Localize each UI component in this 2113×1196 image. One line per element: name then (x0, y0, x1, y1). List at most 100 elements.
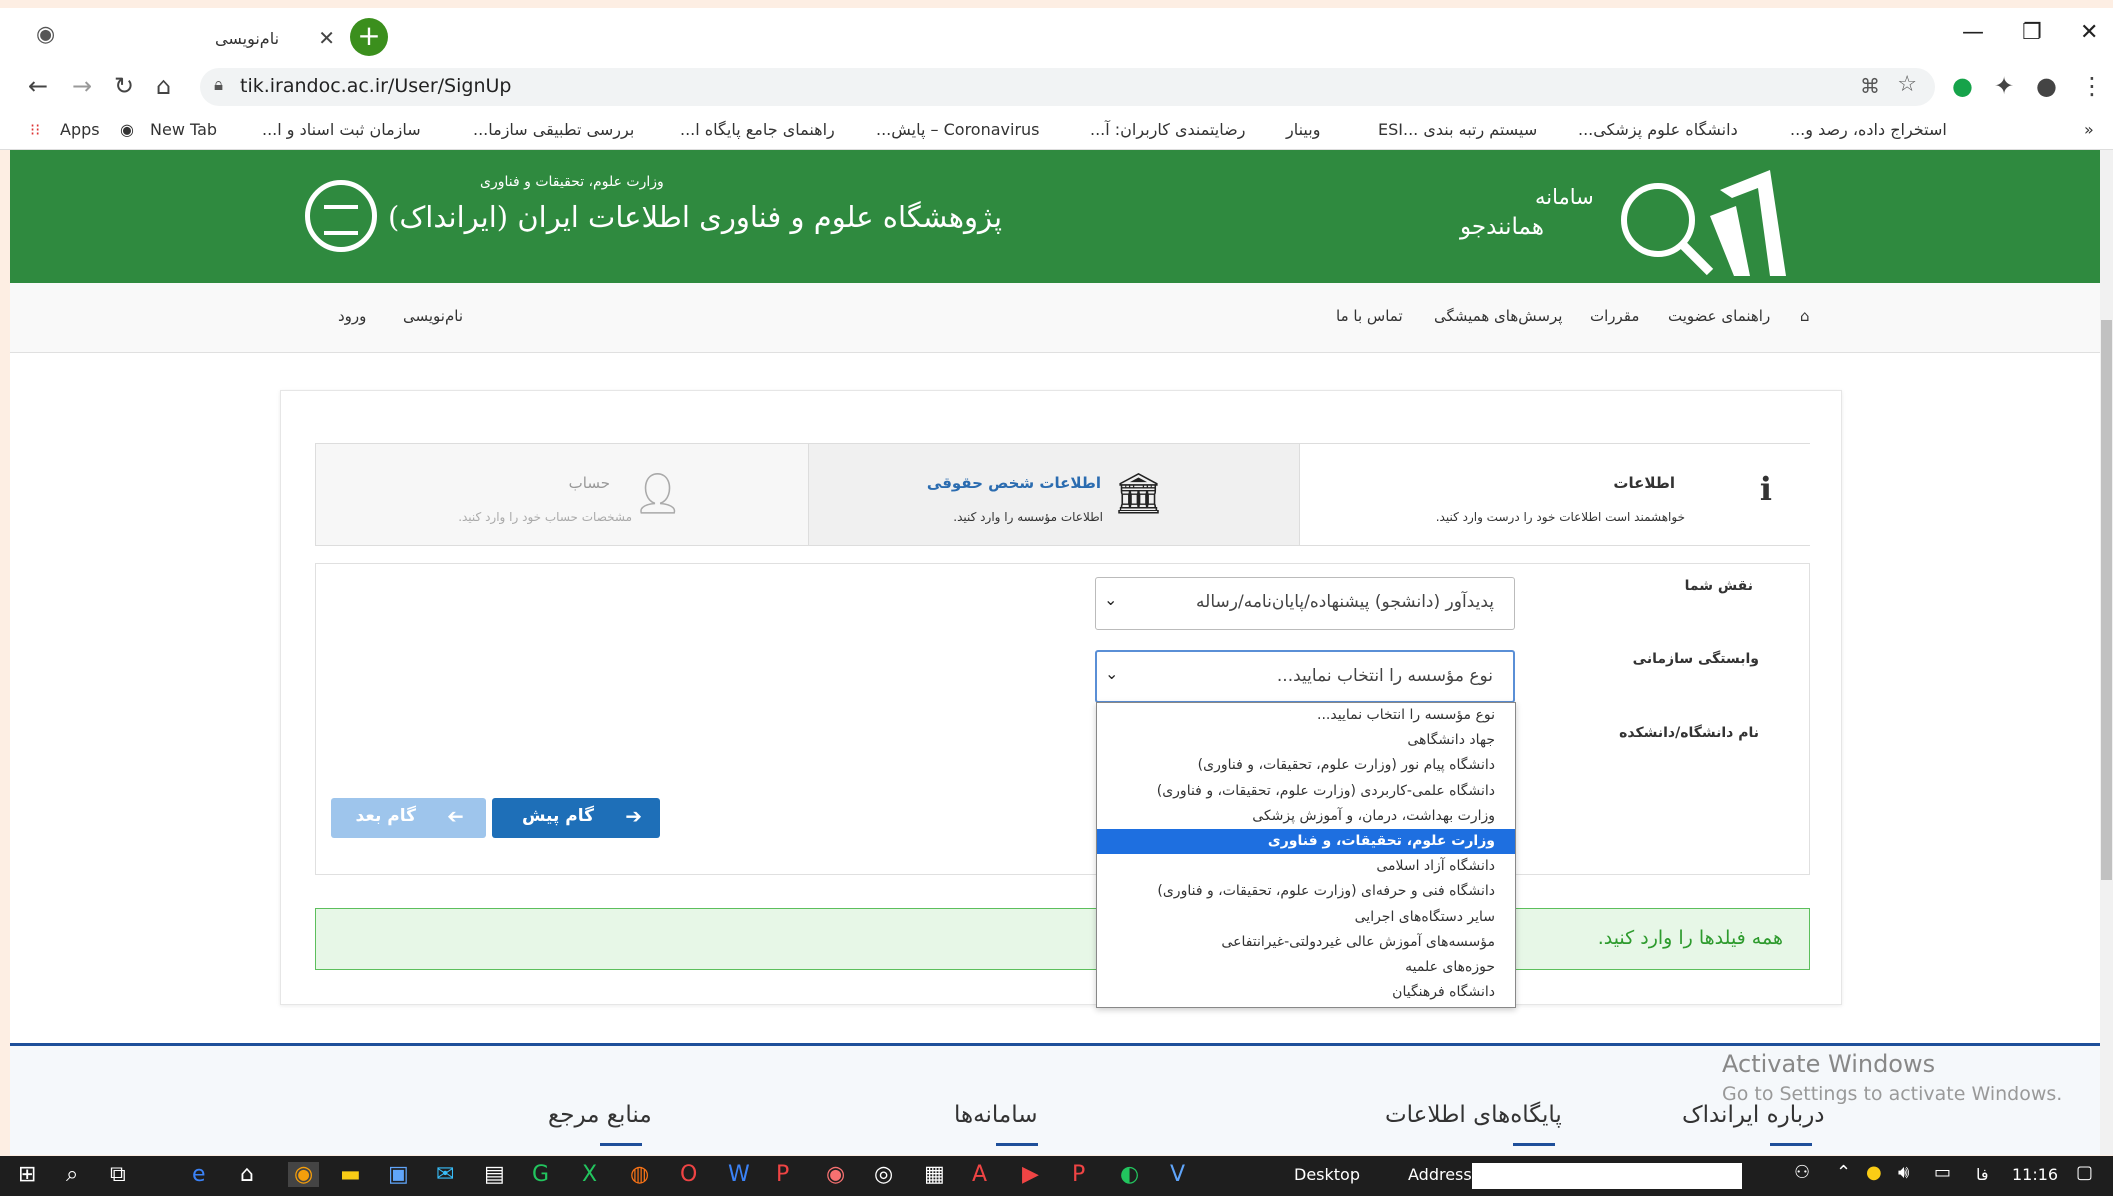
dropdown-option[interactable]: مؤسسه‌های آموزش عالی غیردولتی-غیرانتفاعی (1097, 930, 1515, 955)
bookmark-item[interactable]: رضایتمندی کاربران: آ... (1090, 120, 1245, 139)
minimize-icon[interactable]: — (1962, 20, 1984, 45)
dropdown-option[interactable]: دانشگاه فرهنگیان (1097, 980, 1515, 1005)
step-account[interactable]: 👤︎ حساب مشخصات حساب خود را وارد کنید. (316, 444, 808, 545)
bookmark-item[interactable]: سازمان ثبت اسناد و ا... (262, 120, 421, 139)
network-icon[interactable]: ▭ (1934, 1162, 1951, 1183)
chrome-icon[interactable]: ◉ (288, 1162, 320, 1187)
menu-icon[interactable]: ⋮ (2080, 72, 2104, 100)
menu-item-faq[interactable]: پرسش‌های همیشگی (1434, 307, 1562, 325)
close-window-icon[interactable]: ✕ (2080, 20, 2098, 45)
acrobat-icon[interactable]: A (972, 1162, 987, 1187)
step-info[interactable]: ℹ︎ اطلاعات خواهشمند است اطلاعات خود را د… (1298, 444, 1810, 545)
dropdown-option[interactable]: جهاد دانشگاهی (1097, 728, 1515, 753)
grammarly-icon[interactable]: G (532, 1162, 549, 1187)
bookmark-apps[interactable]: Apps (60, 120, 100, 139)
notifications-icon[interactable]: ▢ (2076, 1162, 2093, 1183)
dropdown-option[interactable]: وزارت بهداشت، درمان، و آموزش پزشکی (1097, 804, 1515, 829)
footer-systems[interactable]: سامانه‌ها (954, 1102, 1037, 1128)
validation-alert: همه فیلدها را وارد کنید. (315, 908, 1810, 970)
step-legal-entity[interactable]: 🏛︎ اطلاعات شخص حقوقی اطلاعات مؤسسه را وا… (808, 444, 1300, 545)
login-link[interactable]: ورود (338, 307, 366, 325)
restore-icon[interactable]: ❐ (2022, 20, 2042, 45)
chevron-up-icon[interactable]: ⌃ (1836, 1162, 1851, 1183)
volume-icon[interactable]: 🔊︎ (1898, 1162, 1909, 1183)
back-icon[interactable]: ← (28, 72, 48, 100)
grammarly-icon[interactable]: ● (1952, 72, 1973, 100)
dropdown-option[interactable]: دانشگاه پیام نور (وزارت علوم، تحقیقات، و… (1097, 753, 1515, 778)
bookmark-item[interactable]: وبینار (1286, 120, 1320, 139)
forward-icon[interactable]: → (72, 72, 92, 100)
close-tab-icon[interactable]: ✕ (318, 26, 335, 50)
affiliation-select[interactable]: نوع مؤسسه را انتخاب نمایید... ⌄ (1095, 650, 1515, 703)
file-explorer-icon[interactable]: ▬ (340, 1162, 361, 1187)
calculator-icon[interactable]: ▦ (924, 1162, 945, 1187)
dropdown-option[interactable]: سایر دستگاه‌های اجرایی (1097, 905, 1515, 930)
edge-icon[interactable]: e (192, 1162, 206, 1187)
footer-underline (1770, 1143, 1812, 1146)
next-step-button[interactable]: گام بعد ➔ (331, 798, 486, 838)
mail-icon[interactable]: ✉ (436, 1162, 454, 1187)
windows-start-icon[interactable]: ⊞ (18, 1162, 36, 1187)
app-icon[interactable]: V (1170, 1162, 1185, 1187)
menu-item-rules[interactable]: مقررات (1590, 307, 1639, 325)
affiliation-dropdown-list[interactable]: نوع مؤسسه را انتخاب نمایید... جهاد دانشگا… (1096, 702, 1516, 1008)
app-icon[interactable]: ◉ (826, 1162, 845, 1187)
store-icon[interactable]: ⌂ (240, 1162, 254, 1187)
bookmark-item[interactable]: دانشگاه علوم پزشکی... (1578, 120, 1738, 139)
bookmark-item[interactable]: بررسی تطبیقی سازما... (473, 120, 634, 139)
menu-item-membership-guide[interactable]: راهنمای عضویت (1668, 307, 1770, 325)
app-icon[interactable]: P (1072, 1162, 1085, 1187)
role-select[interactable]: پدیدآور (دانشجو) پیشنهاده/پایان‌نامه/رسا… (1095, 577, 1515, 630)
institution-icon: 🏛︎ (1113, 471, 1164, 517)
app-icon[interactable]: ▣ (388, 1162, 409, 1187)
extensions-icon[interactable]: ✦ (1994, 72, 2014, 100)
new-tab-button[interactable]: + (350, 18, 388, 56)
footer-about[interactable]: درباره ایرانداک (1682, 1102, 1825, 1128)
home-icon[interactable]: ⌂ (1800, 307, 1810, 325)
page-scrollbar[interactable] (2100, 150, 2113, 1155)
menu-item-contact[interactable]: تماس با ما (1336, 307, 1403, 325)
dropdown-option[interactable]: دانشگاه علمی-کاربردی (وزارت علوم، تحقیقا… (1097, 779, 1515, 804)
firefox-icon[interactable]: ◍ (630, 1162, 649, 1187)
powerpoint-icon[interactable]: P (776, 1162, 789, 1187)
opera-icon[interactable]: O (680, 1162, 697, 1187)
desktop-toolbar[interactable]: Desktop (1294, 1165, 1360, 1184)
dropdown-option[interactable]: حوزه‌های علمیه (1097, 955, 1515, 980)
bookmark-item[interactable]: Coronavirus – پایش... (876, 120, 1040, 139)
bookmark-item[interactable]: راهنمای جامع پایگاه ا... (680, 120, 835, 139)
bookmark-newtab[interactable]: New Tab (150, 120, 217, 139)
bookmark-item[interactable]: استخراج داده، رصد و... (1790, 120, 1947, 139)
address-bar[interactable]: 🔒︎ tik.irandoc.ac.ir/User/SignUp ⌘ ☆ (200, 68, 1935, 106)
footer-databases[interactable]: پایگاه‌های اطلاعات (1385, 1102, 1562, 1128)
browser-tab[interactable]: نام‌نویسی ✕ (215, 18, 335, 58)
scroll-thumb[interactable] (2101, 320, 2112, 880)
task-view-icon[interactable]: ⧉ (110, 1162, 126, 1187)
app-icon[interactable]: ◎ (874, 1162, 893, 1187)
people-icon[interactable]: ⚇ (1794, 1162, 1810, 1183)
reload-icon[interactable]: ↻ (114, 72, 134, 100)
more-bookmarks-icon[interactable]: » (2084, 120, 2094, 139)
excel-icon[interactable]: X (582, 1162, 597, 1187)
dropdown-option[interactable]: نوع مؤسسه را انتخاب نمایید... (1097, 703, 1515, 728)
clock[interactable]: 11:16 (2012, 1165, 2058, 1184)
search-icon[interactable]: ⌕ (66, 1162, 78, 1187)
footer-references[interactable]: منابع مرجع (548, 1102, 652, 1128)
app-tray-icon[interactable]: ● (1866, 1162, 1882, 1183)
dropdown-option[interactable]: دانشگاه فنی و حرفه‌ای (وزارت علوم، تحقیق… (1097, 879, 1515, 904)
address-toolbar-input[interactable] (1472, 1163, 1742, 1189)
profile-icon[interactable]: ● (2036, 72, 2057, 100)
input-language[interactable]: فا (1976, 1165, 1989, 1184)
dropdown-option[interactable]: وزارت علوم، تحقیقات، و فناوری (1097, 828, 1515, 855)
app-icon[interactable]: ▶ (1022, 1162, 1039, 1187)
prev-step-label: گام پیش (521, 806, 594, 826)
app-icon[interactable]: ▤ (484, 1162, 505, 1187)
home-nav-icon[interactable]: ⌂ (156, 72, 171, 100)
bookmark-star-icon[interactable]: ☆ (1897, 72, 1917, 97)
dropdown-option[interactable]: دانشگاه آزاد اسلامی (1097, 854, 1515, 879)
translate-icon[interactable]: ⌘ (1860, 74, 1880, 98)
bookmark-item[interactable]: سیستم رتبه بندی ...ESI (1378, 120, 1537, 139)
word-icon[interactable]: W (728, 1162, 750, 1187)
signup-link[interactable]: نام‌نویسی (403, 307, 463, 325)
whatsapp-icon[interactable]: ◐ (1120, 1162, 1139, 1187)
prev-step-button[interactable]: گام پیش ➔ (492, 798, 660, 838)
